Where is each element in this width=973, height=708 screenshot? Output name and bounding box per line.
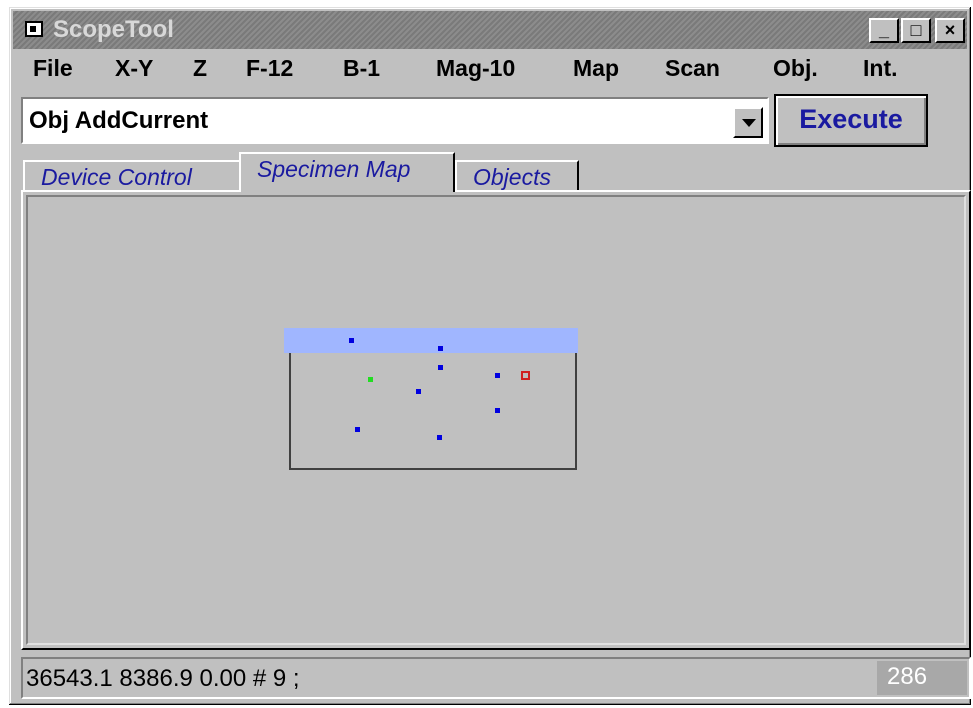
specimen-band	[284, 328, 578, 353]
object-dot[interactable]	[495, 408, 500, 413]
maximize-button[interactable]: □	[901, 18, 931, 43]
chevron-down-icon[interactable]	[733, 107, 763, 138]
status-readout: 36543.1 8386.9 0.00 # 9 ;	[26, 665, 300, 692]
tab-specimen-map[interactable]: Specimen Map	[239, 152, 455, 192]
minimize-button[interactable]: _	[869, 18, 899, 43]
specimen-map-panel	[21, 190, 971, 650]
menu-mag-10[interactable]: Mag-10	[436, 55, 515, 82]
specimen-map-canvas[interactable]	[26, 195, 966, 645]
menu-int[interactable]: Int.	[863, 55, 898, 82]
object-dot[interactable]	[355, 427, 360, 432]
specimen-outline	[289, 338, 577, 470]
menu-f-12[interactable]: F-12	[246, 55, 293, 82]
tab-device-control[interactable]: Device Control	[23, 160, 241, 190]
menu-obj[interactable]: Obj.	[773, 55, 818, 82]
current-position-marker	[521, 371, 530, 380]
command-input[interactable]: Obj AddCurrent	[29, 107, 208, 135]
menu-x-y[interactable]: X-Y	[115, 55, 153, 82]
execute-button[interactable]: Execute	[774, 94, 928, 147]
menu-map[interactable]: Map	[573, 55, 619, 82]
menu-z[interactable]: Z	[193, 55, 207, 82]
object-dot[interactable]	[438, 365, 443, 370]
menu-scan[interactable]: Scan	[665, 55, 720, 82]
menu-file[interactable]: File	[33, 55, 73, 82]
command-combobox[interactable]: Obj AddCurrent	[21, 97, 769, 144]
app-window: ScopeTool _ □ × File X-Y Z F-12 B-1 Mag-…	[9, 7, 971, 705]
object-dot[interactable]	[437, 435, 442, 440]
menu-b-1[interactable]: B-1	[343, 55, 380, 82]
object-dot[interactable]	[495, 373, 500, 378]
status-count: 286	[877, 661, 967, 695]
app-icon[interactable]	[25, 21, 43, 37]
menu-bar: File X-Y Z F-12 B-1 Mag-10 Map Scan Obj.…	[13, 51, 967, 91]
object-dot[interactable]	[438, 346, 443, 351]
window-title: ScopeTool	[53, 16, 174, 43]
tab-objects[interactable]: Objects	[455, 160, 579, 190]
status-bar: 36543.1 8386.9 0.00 # 9 ; 286	[21, 657, 971, 699]
object-dot[interactable]	[349, 338, 354, 343]
object-dot[interactable]	[416, 389, 421, 394]
title-bar[interactable]: ScopeTool _ □ ×	[13, 11, 967, 49]
object-dot[interactable]	[368, 377, 373, 382]
tab-strip: Device Control Specimen Map Objects	[21, 152, 971, 192]
close-button[interactable]: ×	[935, 18, 965, 43]
